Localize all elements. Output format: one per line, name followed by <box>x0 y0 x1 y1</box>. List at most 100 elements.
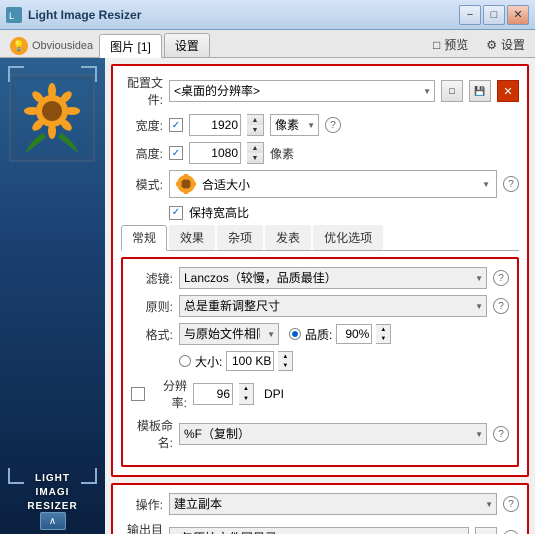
inner-tab-bar: 常规 效果 杂项 发表 优化选项 <box>121 225 519 251</box>
width-label: 宽度: <box>121 117 163 134</box>
template-help-icon[interactable]: ? <box>493 426 509 442</box>
output-dir-select[interactable]: <与原始文件同目录> <box>169 527 469 534</box>
template-select[interactable]: %F（复制） <box>179 423 487 445</box>
width-row: 宽度: ✓ 1920 ▲ ▼ 像素 ? <box>121 114 519 136</box>
config-file-select[interactable]: <桌面的分辨率> <box>169 80 435 102</box>
logo-line2: IMAGI <box>0 486 105 500</box>
settings-button[interactable]: ⚙ 设置 <box>480 34 531 55</box>
dpi-label: 分辨率: <box>151 377 187 411</box>
quality-radio[interactable] <box>289 328 301 340</box>
mode-row: 模式: 合适大小 ▼ ? <box>121 170 519 198</box>
dpi-checkbox[interactable] <box>131 387 145 401</box>
quality-decrement[interactable]: ▼ <box>376 334 390 343</box>
size-group: 大小: ▲ ▼ <box>179 351 293 371</box>
quality-increment[interactable]: ▲ <box>376 325 390 334</box>
mode-value: 合适大小 <box>202 176 250 193</box>
size-decrement[interactable]: ▼ <box>278 361 292 370</box>
app-logo: 💡 Obviousidea <box>4 35 99 57</box>
config-file-save-icon[interactable]: 💾 <box>469 80 491 102</box>
sub-section: 滤镜: Lanczos（较慢，品质最佳） ? 原则: 总是重新调整尺寸 <box>121 257 519 467</box>
filter-help-icon[interactable]: ? <box>493 270 509 286</box>
tab-general[interactable]: 常规 <box>121 225 167 251</box>
height-decrement[interactable]: ▼ <box>247 153 263 163</box>
nav-arrow-button[interactable]: ∧ <box>40 512 66 530</box>
format-select[interactable]: 与原始文件相同 <box>179 323 279 345</box>
width-spinner[interactable]: ▲ ▼ <box>247 114 264 136</box>
dpi-decrement[interactable]: ▼ <box>239 394 253 404</box>
tab-effects[interactable]: 效果 <box>169 225 215 250</box>
left-panel: LIGHT IMAGI RESIZER ∧ <box>0 58 105 534</box>
principle-help-icon[interactable]: ? <box>493 298 509 314</box>
height-checkbox[interactable]: ✓ <box>169 146 183 160</box>
mode-select-display[interactable]: 合适大小 ▼ <box>169 170 497 198</box>
width-checkbox[interactable]: ✓ <box>169 118 183 132</box>
principle-select[interactable]: 总是重新调整尺寸 <box>179 295 487 317</box>
gear-icon: ⚙ <box>486 38 497 52</box>
filter-select[interactable]: Lanczos（较慢，品质最佳） <box>179 267 487 289</box>
size-row: 大小: ▲ ▼ <box>131 351 509 371</box>
height-input[interactable]: 1080 <box>189 142 241 164</box>
tab-bar: 💡 Obviousidea 图片 [1] 设置 □ 预览 ⚙ 设置 <box>0 30 535 58</box>
svg-text:L: L <box>9 11 14 21</box>
width-decrement[interactable]: ▼ <box>247 125 263 135</box>
toolbar-right: □ 预览 ⚙ 设置 <box>427 34 531 57</box>
size-spinner[interactable]: ▲ ▼ <box>278 351 293 371</box>
dpi-input[interactable] <box>193 383 233 405</box>
preview-button[interactable]: □ 预览 <box>427 34 474 55</box>
filter-select-wrapper: Lanczos（较慢，品质最佳） <box>179 267 487 289</box>
tab-optimize[interactable]: 优化选项 <box>313 225 383 250</box>
mode-help-icon[interactable]: ? <box>503 176 519 192</box>
config-file-select-wrapper: <桌面的分辨率> <box>169 80 435 102</box>
dpi-increment[interactable]: ▲ <box>239 384 253 394</box>
operation-help-icon[interactable]: ? <box>503 496 519 512</box>
quality-input[interactable] <box>336 324 372 344</box>
quality-label: 品质: <box>305 326 332 343</box>
width-help-icon[interactable]: ? <box>325 117 341 133</box>
size-increment[interactable]: ▲ <box>278 352 292 361</box>
operation-select[interactable]: 建立副本 <box>169 493 497 515</box>
size-radio[interactable] <box>179 355 191 367</box>
keep-ratio-row: ✓ 保持宽高比 <box>121 204 519 221</box>
tab-publish[interactable]: 发表 <box>265 225 311 250</box>
config-file-new-icon[interactable]: □ <box>441 80 463 102</box>
output-dir-label: 输出目录: <box>121 521 163 534</box>
height-increment[interactable]: ▲ <box>247 143 263 153</box>
template-label: 模板命名: <box>131 417 173 451</box>
output-dir-folder-icon[interactable]: 📁 <box>475 527 497 534</box>
left-panel-background <box>0 58 105 534</box>
width-unit-select[interactable]: 像素 <box>270 114 319 136</box>
logo-text: Obviousidea <box>32 40 93 52</box>
right-panel: 配置文件: <桌面的分辨率> □ 💾 ✕ 宽度: ✓ 1920 ▲ ▼ <box>105 58 535 534</box>
width-input[interactable]: 1920 <box>189 114 241 136</box>
width-increment[interactable]: ▲ <box>247 115 263 125</box>
template-select-wrapper: %F（复制） <box>179 423 487 445</box>
format-label: 格式: <box>131 326 173 343</box>
quality-spinner[interactable]: ▲ ▼ <box>376 324 391 344</box>
output-dir-select-wrapper: <与原始文件同目录> <box>169 527 469 534</box>
size-input[interactable] <box>226 351 274 371</box>
tab-settings[interactable]: 设置 <box>164 33 210 57</box>
dpi-spinner[interactable]: ▲ ▼ <box>239 383 254 405</box>
output-dir-row: 输出目录: <与原始文件同目录> 📁 ? <box>121 521 519 534</box>
close-button[interactable]: ✕ <box>507 5 529 25</box>
dpi-unit-label: DPI <box>264 387 284 401</box>
height-spinner[interactable]: ▲ ▼ <box>247 142 264 164</box>
principle-row: 原则: 总是重新调整尺寸 ? <box>131 295 509 317</box>
height-unit-label: 像素 <box>270 145 294 162</box>
height-row: 高度: ✓ 1080 ▲ ▼ 像素 <box>121 142 519 164</box>
width-unit-wrapper: 像素 <box>270 114 319 136</box>
tab-images[interactable]: 图片 [1] <box>99 34 162 58</box>
dpi-row: 分辨率: ▲ ▼ DPI <box>131 377 509 411</box>
maximize-button[interactable]: □ <box>483 5 505 25</box>
minimize-button[interactable]: − <box>459 5 481 25</box>
config-file-delete-icon[interactable]: ✕ <box>497 80 519 102</box>
keep-ratio-checkbox[interactable]: ✓ <box>169 206 183 220</box>
logo-icon: 💡 <box>10 37 28 55</box>
filter-label: 滤镜: <box>131 270 173 287</box>
output-dir-help-icon[interactable]: ? <box>503 530 519 534</box>
tab-misc[interactable]: 杂项 <box>217 225 263 250</box>
logo-line1: LIGHT <box>0 472 105 486</box>
main-content: LIGHT IMAGI RESIZER ∧ 配置文件: <桌面的分辨率> □ 💾… <box>0 58 535 534</box>
config-file-label: 配置文件: <box>121 74 163 108</box>
height-label: 高度: <box>121 145 163 162</box>
